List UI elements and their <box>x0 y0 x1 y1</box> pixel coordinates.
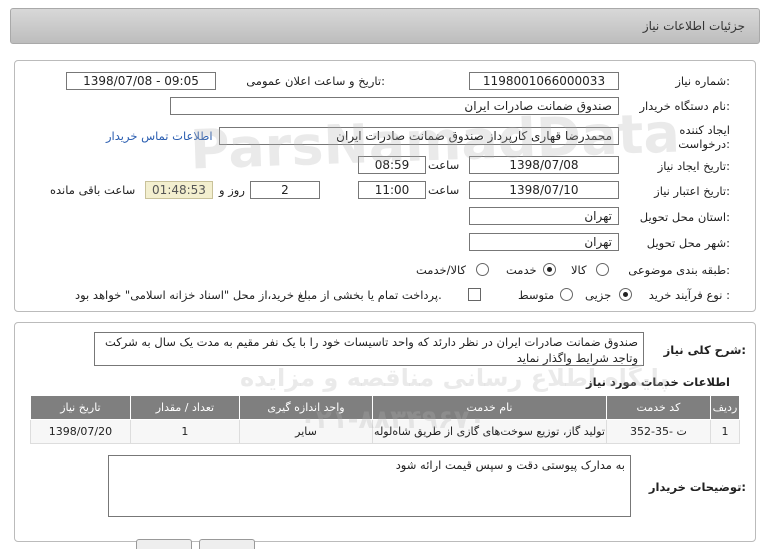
col-row-number: ردیف <box>709 395 741 420</box>
remaining-time-field: 01:48:53 <box>145 181 213 199</box>
validity-time-label: ساعت <box>428 183 460 197</box>
announce-field: 1398/07/08 - 09:05 <box>66 72 216 90</box>
remaining-label: ساعت باقی مانده <box>50 183 136 197</box>
page-header: جزئیات اطلاعات نیاز <box>10 8 760 44</box>
process-label: نوع فرآیند خرید : <box>648 288 730 302</box>
days-field: 2 <box>250 181 320 199</box>
cell-quantity: 1 <box>129 419 240 444</box>
buyer-notes-text: به مدارک پیوستی دقت و سپس قیمت ارائه شود <box>108 455 631 517</box>
need-time-label: ساعت <box>428 158 460 172</box>
buyer-org-label: نام دستگاه خریدار: <box>639 99 730 113</box>
services-table: ردیف کد خدمت نام خدمت واحد اندازه گیری ت… <box>30 395 741 444</box>
city-field: تهران <box>469 233 619 251</box>
cell-unit: سایر <box>238 419 374 444</box>
buyer-contact-link[interactable]: اطلاعات تماس خریدار <box>106 129 213 143</box>
bottom-button-left[interactable] <box>136 539 192 549</box>
need-number-field: 1198001066000033 <box>469 72 619 90</box>
page-title: جزئیات اطلاعات نیاز <box>642 19 745 33</box>
services-title: اطلاعات خدمات مورد نیاز <box>586 375 730 389</box>
buyer-notes-label: توضیحات خریدار: <box>648 480 746 494</box>
need-number-label: شماره نیاز: <box>675 74 730 88</box>
summary-label: شرح کلی نیاز: <box>663 343 746 357</box>
col-service-code: کد خدمت <box>605 395 711 420</box>
city-label: شهر محل تحویل: <box>646 236 730 250</box>
validity-date-label: تاریخ اعتبار نیاز: <box>654 184 730 198</box>
table-row: 1 ت -35-352 تولید گاز، توزیع سوخت‌های گا… <box>30 419 741 444</box>
need-date-field: 1398/07/08 <box>469 156 619 174</box>
province-label: استان محل تحویل: <box>639 210 730 224</box>
need-date-label: تاریخ ایجاد نیاز: <box>657 159 730 173</box>
days-label: روز و <box>219 183 245 197</box>
cell-need-date: 1398/07/20 <box>30 419 131 444</box>
table-header-row: ردیف کد خدمت نام خدمت واحد اندازه گیری ت… <box>30 395 741 420</box>
category-label: طبقه بندی موضوعی: <box>628 263 730 277</box>
process-radio-medium[interactable] <box>560 288 573 301</box>
creator-field: محمدرضا قهاری کارپرداز صندوق ضمانت صادرا… <box>219 127 619 145</box>
col-service-name: نام خدمت <box>372 395 607 420</box>
bottom-button-right[interactable] <box>199 539 255 549</box>
province-field: تهران <box>469 207 619 225</box>
process-radio-minor[interactable] <box>619 288 632 301</box>
creator-label: ایجاد کننده درخواست: <box>678 123 730 151</box>
treasury-payment-checkbox[interactable] <box>468 288 481 301</box>
category-radio-service[interactable] <box>543 263 556 276</box>
category-radio-goods[interactable] <box>596 263 609 276</box>
announce-label: تاریخ و ساعت اعلان عمومی: <box>246 74 385 88</box>
buyer-org-field: صندوق ضمانت صادرات ایران <box>170 97 619 115</box>
need-time-field: 08:59 <box>358 156 426 174</box>
treasury-payment-note: پرداخت تمام یا بخشی از مبلغ خرید،از محل … <box>75 288 442 302</box>
col-need-date: تاریخ نیاز <box>30 395 131 420</box>
category-radio-goods-service[interactable] <box>476 263 489 276</box>
category-option-goods: کالا <box>571 263 587 277</box>
process-option-minor: جزیی <box>585 288 612 302</box>
process-option-medium: متوسط <box>518 288 555 302</box>
validity-time-field: 11:00 <box>358 181 426 199</box>
summary-text: صندوق ضمانت صادرات ایران در نظر دارئد که… <box>94 332 644 366</box>
col-quantity: تعداد / مقدار <box>129 395 240 420</box>
category-option-service: خدمت <box>506 263 537 277</box>
validity-date-field: 1398/07/10 <box>469 181 619 199</box>
col-unit: واحد اندازه گیری <box>238 395 374 420</box>
cell-service-code: ت -35-352 <box>605 419 711 444</box>
cell-row-number: 1 <box>709 419 741 444</box>
cell-service-name: تولید گاز، توزیع سوخت‌های گازی از طریق ش… <box>372 419 607 444</box>
category-option-goods-service: کالا/خدمت <box>416 263 467 277</box>
